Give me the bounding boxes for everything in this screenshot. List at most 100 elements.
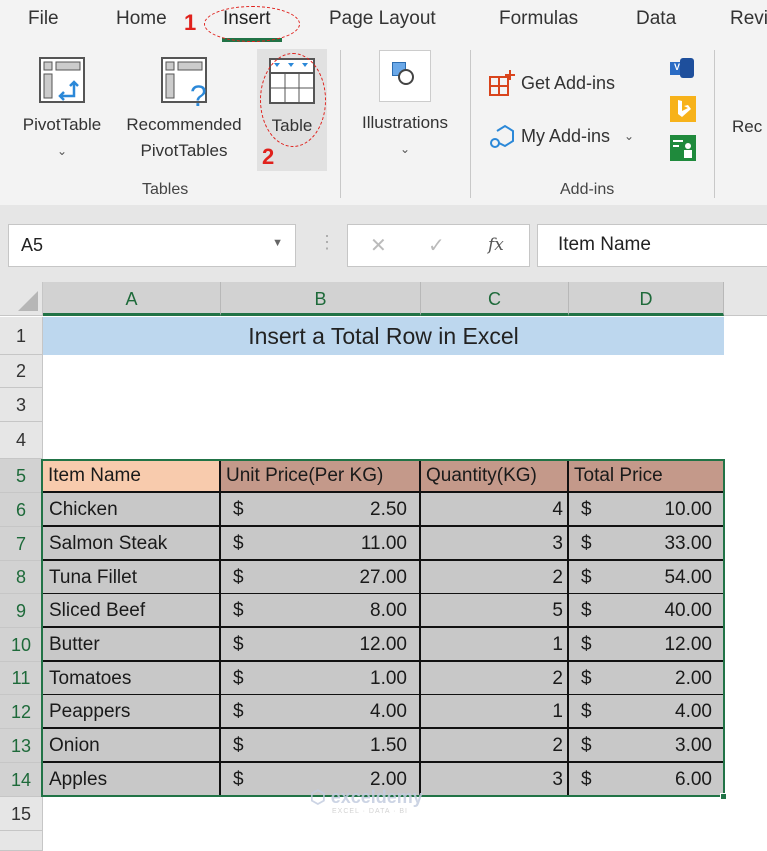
select-all-button[interactable] <box>0 282 43 316</box>
cell-total-price[interactable]: $10.00 <box>569 493 724 527</box>
row-header[interactable]: 11 <box>0 662 43 695</box>
cell-unit-price[interactable]: $27.00 <box>221 561 421 595</box>
formula-bar: A5 ▼ ⋮ ✕ ✓ fx Item Name <box>0 210 767 282</box>
cell-quantity[interactable]: 2 <box>421 561 569 595</box>
header-total-price[interactable]: Total Price <box>569 459 724 493</box>
get-addins-button[interactable]: Get Add-ins <box>489 70 615 96</box>
formula-input[interactable]: Item Name <box>537 224 767 267</box>
row-header[interactable]: 3 <box>0 388 43 422</box>
people-graph-icon[interactable] <box>670 135 696 161</box>
name-box-dropdown-icon[interactable]: ▼ <box>272 237 283 249</box>
tab-formulas[interactable]: Formulas <box>499 8 578 30</box>
illustrations-button[interactable]: Illustrations ⌄ <box>350 50 460 160</box>
cell-total-price[interactable]: $54.00 <box>569 561 724 595</box>
cell-total-price[interactable]: $6.00 <box>569 763 724 797</box>
cell-unit-price[interactable]: $1.50 <box>221 729 421 763</box>
cell-item-name[interactable]: Tuna Fillet <box>43 561 221 595</box>
get-addins-icon <box>489 70 515 96</box>
tab-page-layout[interactable]: Page Layout <box>329 8 436 30</box>
cell-total-price[interactable]: $33.00 <box>569 527 724 561</box>
row-header[interactable]: 2 <box>0 355 43 388</box>
header-quantity[interactable]: Quantity(KG) <box>421 459 569 493</box>
cell-total-price[interactable]: $3.00 <box>569 729 724 763</box>
row-header[interactable]: 1 <box>0 317 43 355</box>
row-header[interactable]: 7 <box>0 527 43 561</box>
enter-icon[interactable]: ✓ <box>428 233 445 258</box>
currency-symbol: $ <box>233 533 244 554</box>
column-header-c[interactable]: C <box>421 282 569 316</box>
row-header[interactable]: 8 <box>0 561 43 594</box>
chevron-down-icon[interactable]: ⌄ <box>624 129 634 143</box>
cell-item-name[interactable]: Onion <box>43 729 221 763</box>
cell-unit-price[interactable]: $2.50 <box>221 493 421 527</box>
insert-function-icon[interactable]: fx <box>488 235 504 255</box>
row-header[interactable]: 4 <box>0 422 43 459</box>
cell-quantity[interactable]: 1 <box>421 628 569 662</box>
cell-item-name[interactable]: Sliced Beef <box>43 594 221 628</box>
visio-icon[interactable]: V <box>670 58 696 80</box>
cell-quantity[interactable]: 3 <box>421 527 569 561</box>
row-header[interactable]: 12 <box>0 695 43 729</box>
cell-quantity[interactable]: 4 <box>421 493 569 527</box>
cell-item-name[interactable]: Butter <box>43 628 221 662</box>
cell-unit-price[interactable]: $11.00 <box>221 527 421 561</box>
cell-unit-price[interactable]: $1.00 <box>221 662 421 696</box>
formula-bar-grip[interactable]: ⋮ <box>318 232 336 253</box>
tab-file[interactable]: File <box>28 8 59 30</box>
row-header[interactable]: 13 <box>0 729 43 763</box>
row-header[interactable] <box>0 831 43 851</box>
item-name-text: Butter <box>49 634 100 655</box>
cell-item-name[interactable]: Chicken <box>43 493 221 527</box>
my-addins-label: My Add-ins <box>521 125 611 146</box>
my-addins-icon <box>490 124 514 148</box>
cell-quantity[interactable]: 5 <box>421 594 569 628</box>
cell-total-price[interactable]: $40.00 <box>569 594 724 628</box>
currency-symbol: $ <box>233 701 244 722</box>
column-header-b[interactable]: B <box>221 282 421 316</box>
cell-total-price[interactable]: $2.00 <box>569 662 724 696</box>
tab-data[interactable]: Data <box>636 8 676 30</box>
column-header-a[interactable]: A <box>43 282 221 316</box>
currency-symbol: $ <box>581 567 592 588</box>
my-addins-button[interactable]: My Add-ins ⌄ <box>489 123 634 149</box>
tab-home[interactable]: Home <box>116 8 167 30</box>
item-name-text: Salmon Steak <box>49 533 168 554</box>
row-header[interactable]: 9 <box>0 594 43 628</box>
cell-total-price[interactable]: $4.00 <box>569 695 724 729</box>
cell-quantity[interactable]: 3 <box>421 763 569 797</box>
cell-total-price[interactable]: $12.00 <box>569 628 724 662</box>
row-header[interactable]: 14 <box>0 763 43 797</box>
cell-unit-price[interactable]: $12.00 <box>221 628 421 662</box>
cancel-icon[interactable]: ✕ <box>370 233 387 258</box>
row-header[interactable]: 6 <box>0 493 43 527</box>
pivottable-label: PivotTable <box>22 115 102 134</box>
quantity-value: 4 <box>552 499 563 520</box>
illustrations-icon <box>379 50 431 102</box>
table-row: Sliced Beef $8.00 5 $40.00 <box>43 594 724 628</box>
cell-unit-price[interactable]: $4.00 <box>221 695 421 729</box>
column-header-d[interactable]: D <box>569 282 724 316</box>
cell-quantity[interactable]: 2 <box>421 662 569 696</box>
row-header[interactable]: 15 <box>0 797 43 831</box>
bing-icon[interactable] <box>670 96 696 122</box>
annotation-ellipse-table <box>260 53 326 147</box>
row-header[interactable]: 5 <box>0 459 43 493</box>
cell-item-name[interactable]: Peappers <box>43 695 221 729</box>
cell-quantity[interactable]: 1 <box>421 695 569 729</box>
header-item-name[interactable]: Item Name <box>43 459 221 493</box>
tab-review[interactable]: Revi <box>730 8 767 30</box>
recommended-pivottables-button[interactable]: ? Recommended PivotTables <box>114 56 254 166</box>
cell-item-name[interactable]: Tomatoes <box>43 662 221 696</box>
header-unit-price[interactable]: Unit Price(Per KG) <box>221 459 421 493</box>
cell-item-name[interactable]: Salmon Steak <box>43 527 221 561</box>
cell-quantity[interactable]: 2 <box>421 729 569 763</box>
pivottable-button[interactable]: PivotTable ⌄ <box>14 56 110 166</box>
name-box[interactable]: A5 ▼ <box>8 224 296 267</box>
fill-handle[interactable] <box>720 793 727 800</box>
watermark-tagline: EXCEL · DATA · BI <box>332 808 408 815</box>
cell-unit-price[interactable]: $8.00 <box>221 594 421 628</box>
cell-item-name[interactable]: Apples <box>43 763 221 797</box>
sheet-title-cell[interactable]: Insert a Total Row in Excel <box>43 317 724 355</box>
recommended-charts-button[interactable]: Rec <box>732 114 767 140</box>
row-header[interactable]: 10 <box>0 628 43 662</box>
